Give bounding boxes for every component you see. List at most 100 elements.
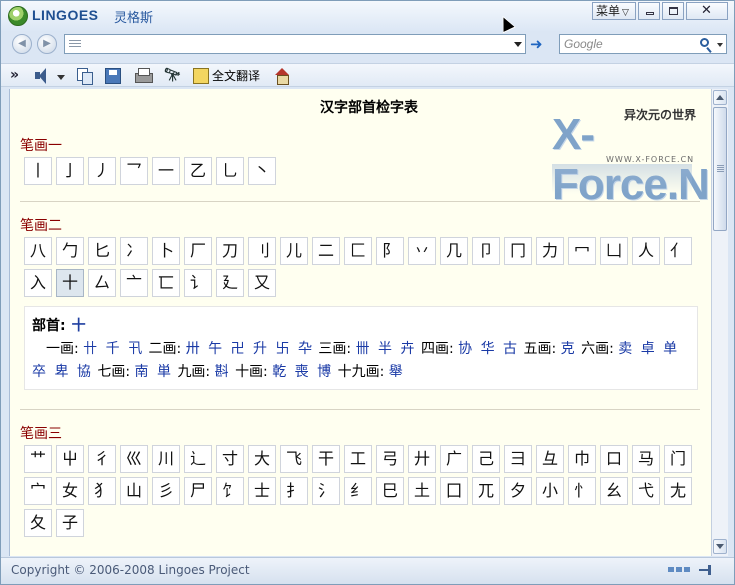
radical-cell[interactable]: 亅	[56, 157, 84, 185]
radical-cell[interactable]: 匕	[88, 237, 116, 265]
radical-cell[interactable]: 飞	[280, 445, 308, 473]
radical-cell[interactable]: 冂	[504, 237, 532, 265]
radical-cell[interactable]: 讠	[184, 269, 212, 297]
radical-cell[interactable]: 儿	[280, 237, 308, 265]
stroke-group-chars[interactable]: 斟	[215, 364, 231, 380]
translate-icon[interactable]	[193, 68, 209, 84]
radical-cell[interactable]: 兀	[472, 477, 500, 505]
address-dropdown-icon[interactable]	[514, 42, 522, 47]
radical-cell[interactable]: 弋	[632, 477, 660, 505]
minimize-button[interactable]	[638, 2, 660, 20]
stroke-group-chars[interactable]: 协 华 古	[458, 341, 519, 357]
radical-cell[interactable]: 又	[248, 269, 276, 297]
radical-cell[interactable]: 丨	[24, 157, 52, 185]
radical-cell[interactable]: 一	[152, 157, 180, 185]
print-icon[interactable]	[135, 68, 153, 84]
stroke-group-chars[interactable]: 乾 喪 博	[272, 364, 333, 380]
stroke-group-chars[interactable]: 卌 半 卉	[356, 341, 417, 357]
radical-cell[interactable]: 口	[600, 445, 628, 473]
menu-button[interactable]: 菜单 ▽	[592, 2, 636, 20]
radical-cell[interactable]: 阝	[376, 237, 404, 265]
radical-cell[interactable]: 夂	[24, 509, 52, 537]
radical-cell[interactable]: 广	[440, 445, 468, 473]
stroke-group-chars[interactable]: 卄 千 卂	[83, 341, 144, 357]
radical-cell[interactable]: 二	[312, 237, 340, 265]
go-arrow-icon[interactable]: ➜	[530, 36, 548, 52]
radical-cell[interactable]: 人	[632, 237, 660, 265]
radical-cell[interactable]: 力	[536, 237, 564, 265]
radical-cell[interactable]: 工	[344, 445, 372, 473]
radical-cell[interactable]: 厶	[88, 269, 116, 297]
radical-cell[interactable]: 入	[24, 269, 52, 297]
radical-cell[interactable]: 大	[248, 445, 276, 473]
radical-cell[interactable]: 饣	[216, 477, 244, 505]
pin-icon[interactable]	[699, 564, 713, 576]
radical-cell[interactable]: 彡	[152, 477, 180, 505]
radical-cell[interactable]: 囗	[440, 477, 468, 505]
radical-cell[interactable]: 彑	[536, 445, 564, 473]
address-box[interactable]	[64, 34, 526, 54]
search-engine-dropdown-icon[interactable]	[717, 43, 723, 47]
radical-cell[interactable]: 寸	[216, 445, 244, 473]
radical-cell[interactable]: 乛	[120, 157, 148, 185]
radical-cell[interactable]: 纟	[344, 477, 372, 505]
vertical-scrollbar[interactable]	[711, 89, 728, 556]
radical-cell[interactable]: 彳	[88, 445, 116, 473]
radical-cell[interactable]: 廴	[216, 269, 244, 297]
close-button[interactable]: ✕	[686, 2, 728, 20]
radical-cell[interactable]: 冫	[120, 237, 148, 265]
radical-cell[interactable]: 犭	[88, 477, 116, 505]
radical-cell[interactable]: 士	[248, 477, 276, 505]
full-text-translate-button[interactable]: 全文翻译	[212, 69, 260, 87]
scroll-thumb[interactable]	[713, 107, 727, 231]
scroll-down-button[interactable]	[713, 539, 727, 554]
radical-cell[interactable]: 尸	[184, 477, 212, 505]
address-input[interactable]	[87, 36, 507, 52]
radical-cell[interactable]: 幺	[600, 477, 628, 505]
radical-cell[interactable]: 丷	[408, 237, 436, 265]
search-input[interactable]	[564, 36, 694, 52]
radical-cell[interactable]: 乚	[216, 157, 244, 185]
radical-cell[interactable]: 丶	[248, 157, 276, 185]
radical-cell[interactable]: 尢	[664, 477, 692, 505]
maximize-button[interactable]	[662, 2, 684, 20]
title-bar[interactable]: LINGOES 灵格斯 菜单 ▽ ✕	[1, 1, 734, 34]
radical-cell[interactable]: 土	[408, 477, 436, 505]
radical-cell[interactable]: 八	[24, 237, 52, 265]
radical-cell[interactable]: 山	[120, 477, 148, 505]
radical-cell[interactable]: 十	[56, 269, 84, 297]
radical-cell[interactable]: 彐	[504, 445, 532, 473]
radical-cell[interactable]: 巾	[568, 445, 596, 473]
double-chevron-icon[interactable]: »	[10, 67, 19, 85]
radical-cell[interactable]: 亻	[664, 237, 692, 265]
radical-cell[interactable]: 马	[632, 445, 660, 473]
radical-cell[interactable]: 屮	[56, 445, 84, 473]
forward-button[interactable]: ▶	[37, 34, 57, 54]
stroke-group-chars[interactable]: 舉	[389, 364, 405, 380]
binoculars-icon[interactable]: 🔭︎	[164, 68, 181, 84]
speaker-dropdown-icon[interactable]	[57, 75, 65, 80]
radical-cell[interactable]: 刀	[216, 237, 244, 265]
back-button[interactable]: ◀	[12, 34, 32, 54]
radical-cell[interactable]: 氵	[312, 477, 340, 505]
stroke-group-chars[interactable]: 南 単	[135, 364, 173, 380]
radical-cell[interactable]: 川	[152, 445, 180, 473]
radical-cell[interactable]: 弓	[376, 445, 404, 473]
radical-cell[interactable]: 艹	[24, 445, 52, 473]
radical-cell[interactable]: 小	[536, 477, 564, 505]
radical-cell[interactable]: 刂	[248, 237, 276, 265]
radical-cell[interactable]: 扌	[280, 477, 308, 505]
search-box[interactable]	[559, 34, 727, 54]
home-icon[interactable]	[274, 68, 290, 85]
scroll-up-button[interactable]	[713, 90, 727, 105]
search-icon[interactable]	[700, 38, 709, 47]
radical-cell[interactable]: 冖	[568, 237, 596, 265]
stroke-group-chars[interactable]: 克	[561, 341, 577, 357]
radical-cell[interactable]: 忄	[568, 477, 596, 505]
radical-cell[interactable]: 女	[56, 477, 84, 505]
radical-cell[interactable]: 勹	[56, 237, 84, 265]
radical-cell[interactable]: 巛	[120, 445, 148, 473]
radical-cell[interactable]: 夕	[504, 477, 532, 505]
radical-cell[interactable]: 乙	[184, 157, 212, 185]
radical-cell[interactable]: 凵	[600, 237, 628, 265]
